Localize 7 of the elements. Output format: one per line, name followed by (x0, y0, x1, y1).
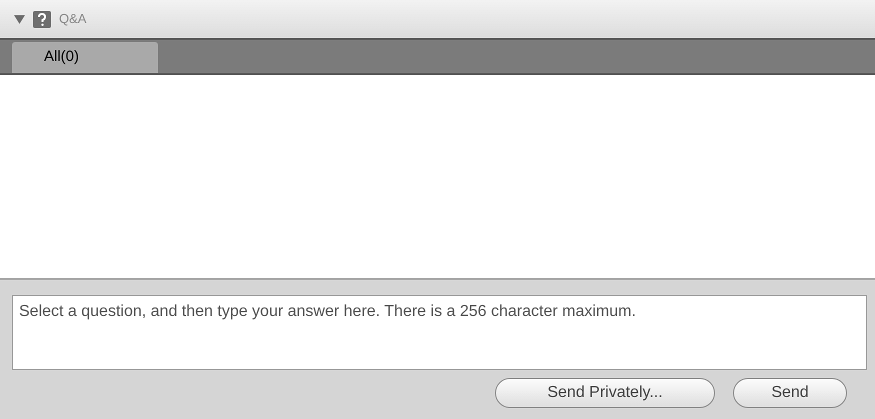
send-button[interactable]: Send (733, 378, 847, 408)
question-mark-icon (33, 10, 51, 28)
panel-title: Q&A (59, 10, 86, 28)
answer-field[interactable]: Select a question, and then type your answer here. There is a 256 character maximum. (12, 295, 867, 370)
tab[interactable]: All(0) (12, 42, 158, 73)
disclosure-triangle-icon[interactable] (14, 14, 25, 24)
send-privately-button[interactable]: Send Privately... (495, 378, 715, 408)
